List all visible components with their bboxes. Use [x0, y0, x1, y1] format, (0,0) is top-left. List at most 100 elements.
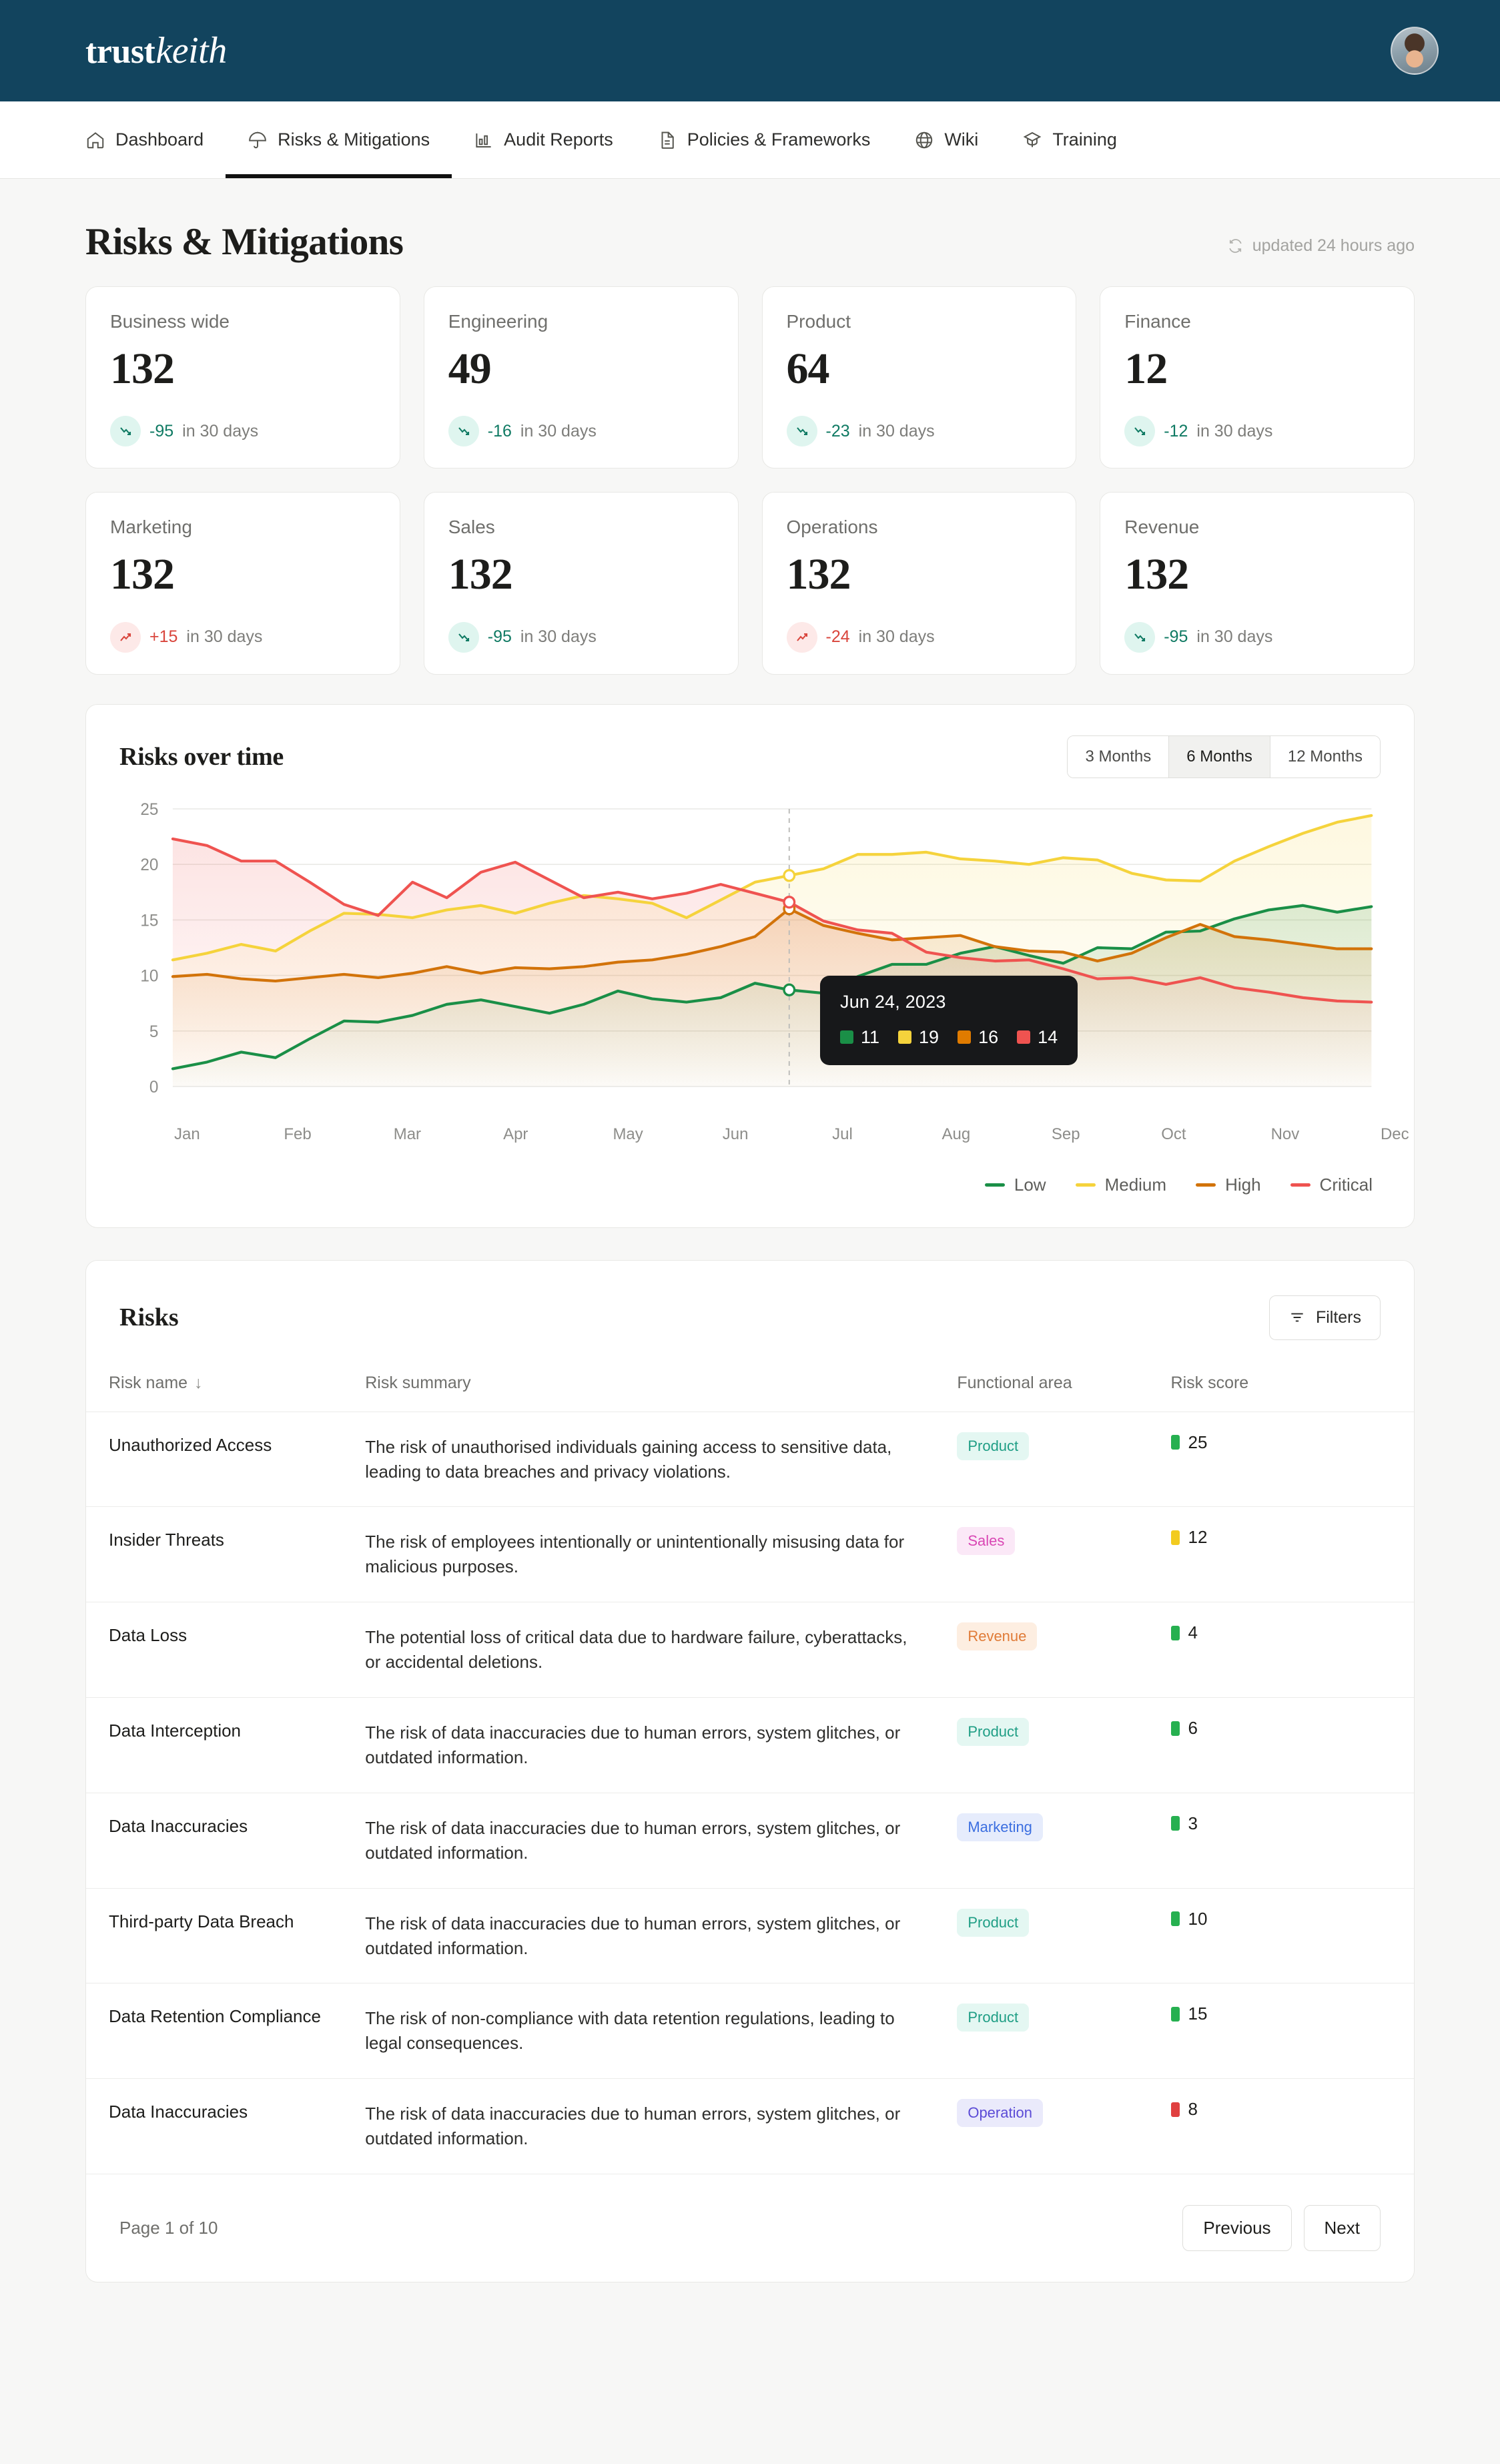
metric-card-sales[interactable]: Sales 132 -95 in 30 days	[423, 492, 739, 675]
cell-risk-name: Data Inaccuracies	[109, 2102, 248, 2122]
table-row[interactable]: Data Interception The risk of data inaccu…	[86, 1697, 1414, 1793]
top-header-bar: trustkeith	[0, 0, 1500, 101]
previous-page-button[interactable]: Previous	[1182, 2205, 1292, 2252]
trend-down-icon	[1124, 621, 1156, 653]
table-row[interactable]: Data Loss The potential loss of critical …	[86, 1602, 1414, 1698]
risks-line-chart[interactable]: 0 5 10 15 20 25	[119, 802, 1381, 1116]
metric-label: Operations	[786, 517, 878, 538]
cell-risk-summary: The risk of data inaccuracies due to hum…	[365, 1723, 901, 1767]
cell-risk-score: 3	[1170, 1793, 1338, 1888]
tooltip-value: 19	[919, 1026, 940, 1047]
chart-point-low[interactable]	[783, 983, 796, 996]
column-add	[1338, 1340, 1414, 1412]
chart-tooltip: Jun 24, 2023 11 19 16 14	[820, 975, 1078, 1065]
y-tick-label: 25	[140, 802, 158, 819]
nav-label: Training	[1052, 129, 1117, 149]
nav-item-wiki[interactable]: Wiki	[892, 101, 1000, 178]
metric-card-operations[interactable]: Operations 132 -24 in 30 days	[761, 492, 1077, 675]
range-6-months[interactable]: 6 Months	[1169, 735, 1270, 778]
column-risk-score[interactable]: Risk score	[1171, 1340, 1338, 1412]
table-row[interactable]: Insider Threats The risk of employees int…	[86, 1506, 1414, 1602]
cell-add	[1338, 1888, 1414, 1983]
metric-value: 64	[786, 344, 830, 393]
metric-value: 132	[110, 344, 175, 393]
metric-card-engineering[interactable]: Engineering 49 -16 in 30 days	[423, 286, 739, 469]
table-row[interactable]: Unauthorized Access The risk of unauthori…	[86, 1412, 1414, 1507]
legend-item-critical[interactable]: Critical	[1290, 1175, 1373, 1195]
trend-down-icon	[448, 621, 479, 653]
metric-delta: -95 in 30 days	[110, 416, 376, 447]
risk-score-swatch	[1170, 1530, 1180, 1545]
tooltip-item-medium: 19	[898, 1027, 939, 1048]
risks-over-time-panel: Risks over time 3 Months 6 Months 12 Mon…	[85, 703, 1415, 1228]
avatar[interactable]	[1391, 27, 1439, 75]
y-tick-label: 10	[140, 967, 158, 985]
risks-table: Risk name ↓ Risk summary Functional area …	[86, 1340, 1414, 2174]
metric-value: 49	[448, 344, 492, 393]
brand-part-1: trust	[85, 33, 155, 71]
metric-label: Engineering	[448, 311, 548, 332]
legend-label: Critical	[1319, 1174, 1373, 1195]
high-swatch	[958, 1030, 972, 1044]
cell-risk-score: 25	[1170, 1412, 1338, 1507]
range-3-months[interactable]: 3 Months	[1068, 735, 1170, 778]
column-risk-name[interactable]: Risk name ↓	[86, 1340, 365, 1412]
nav-item-training[interactable]: Training	[1000, 101, 1139, 178]
risk-score-value: 6	[1188, 1718, 1198, 1739]
cell-risk-name: Insider Threats	[109, 1530, 224, 1550]
range-12-months[interactable]: 12 Months	[1270, 735, 1380, 778]
legend-item-high[interactable]: High	[1196, 1175, 1261, 1195]
table-header-row: Risk name ↓ Risk summary Functional area …	[86, 1340, 1414, 1412]
chart-x-axis: Jan Feb Mar Apr May Jun Jul Aug Sep Oct Nov Dec	[174, 1125, 1409, 1143]
column-risk-summary[interactable]: Risk summary	[365, 1340, 957, 1412]
metric-card-finance[interactable]: Finance 12 -12 in 30 days	[1100, 286, 1415, 469]
critical-swatch	[1017, 1030, 1031, 1044]
y-tick-label: 15	[140, 912, 158, 930]
metric-delta-value: -12	[1164, 421, 1188, 440]
nav-item-dashboard[interactable]: Dashboard	[85, 101, 226, 178]
cell-functional-area: Product	[957, 1983, 1170, 2079]
metric-delta-suffix: in 30 days	[858, 627, 935, 647]
table-row[interactable]: Data Inaccuracies The risk of data inaccu…	[86, 2078, 1414, 2174]
metric-card-product[interactable]: Product 64 -23 in 30 days	[761, 286, 1077, 469]
page-header: Risks & Mitigations updated 24 hours ago	[85, 179, 1415, 286]
trend-up-icon	[110, 621, 141, 653]
cell-risk-summary: The potential loss of critical data due …	[365, 1627, 907, 1672]
filters-label: Filters	[1315, 1307, 1361, 1327]
chart-title: Risks over time	[119, 742, 284, 771]
column-functional-area[interactable]: Functional area	[957, 1340, 1170, 1412]
cell-risk-summary: The risk of data inaccuracies due to hum…	[365, 1913, 901, 1958]
table-row[interactable]: Data Inaccuracies The risk of data inaccu…	[86, 1793, 1414, 1888]
legend-item-low[interactable]: Low	[984, 1174, 1046, 1195]
umbrella-icon	[248, 130, 268, 150]
chart-point-medium[interactable]	[783, 868, 796, 882]
table-row[interactable]: Data Retention Compliance The risk of non…	[86, 1983, 1414, 2079]
filters-button[interactable]: Filters	[1268, 1295, 1381, 1340]
metric-delta-suffix: in 30 days	[1196, 421, 1273, 440]
risk-score-value: 3	[1188, 1813, 1198, 1833]
chart-legend: Low Medium High Critical	[86, 1144, 1414, 1227]
next-page-button[interactable]: Next	[1303, 2205, 1381, 2252]
trend-down-icon	[110, 416, 141, 447]
sort-arrow-down-icon: ↓	[194, 1373, 203, 1392]
cell-risk-name: Data Inaccuracies	[109, 1815, 248, 1836]
nav-item-audit-reports[interactable]: Audit Reports	[452, 101, 635, 178]
chart-point-critical[interactable]	[783, 895, 796, 909]
metric-card-revenue[interactable]: Revenue 132 -95 in 30 days	[1100, 492, 1415, 675]
trend-down-icon	[1124, 416, 1156, 447]
metric-delta-value: -23	[825, 421, 850, 440]
nav-item-risks-mitigations[interactable]: Risks & Mitigations	[226, 101, 452, 178]
risks-table-title: Risks	[119, 1303, 179, 1332]
metric-card-business-wide[interactable]: Business wide 132 -95 in 30 days	[85, 286, 400, 469]
functional-area-badge: Product	[957, 1908, 1030, 1937]
metric-card-marketing[interactable]: Marketing 132 +15 in 30 days	[85, 492, 400, 675]
nav-item-policies-frameworks[interactable]: Policies & Frameworks	[635, 101, 893, 178]
tooltip-item-critical: 14	[1017, 1027, 1058, 1048]
brand-logo[interactable]: trustkeith	[85, 29, 227, 72]
table-row[interactable]: Third-party Data Breach The risk of data …	[86, 1888, 1414, 1983]
document-icon	[657, 130, 677, 150]
legend-item-medium[interactable]: Medium	[1075, 1175, 1166, 1195]
cell-functional-area: Marketing	[957, 1793, 1170, 1888]
metric-label: Business wide	[110, 311, 230, 332]
legend-label: Low	[1014, 1174, 1046, 1195]
